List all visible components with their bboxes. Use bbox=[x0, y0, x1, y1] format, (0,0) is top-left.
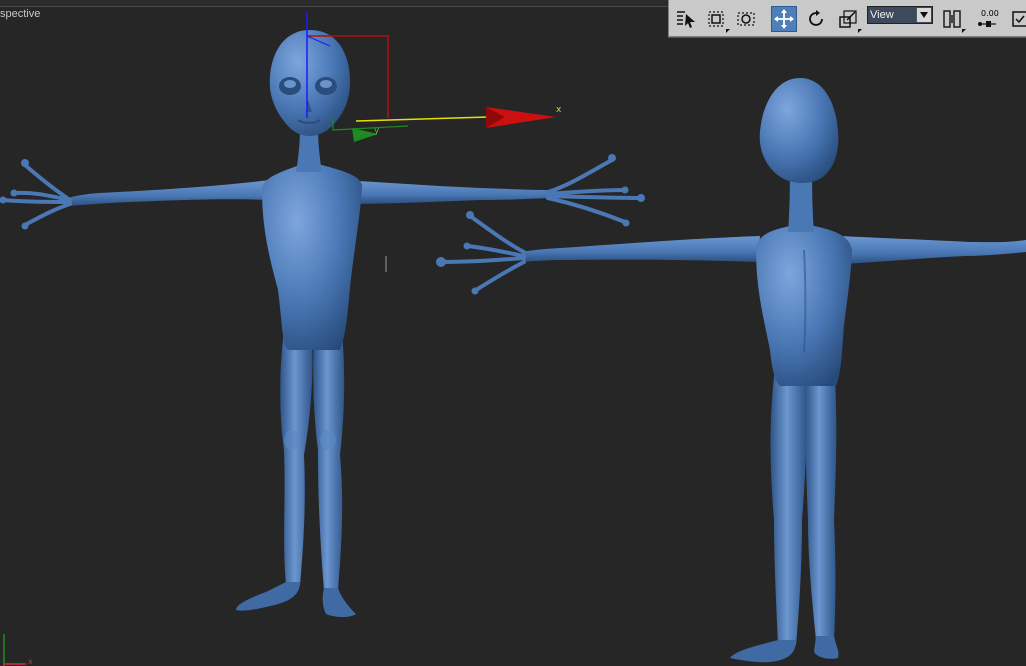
front-right-leg bbox=[313, 330, 345, 590]
select-object-icon bbox=[677, 11, 695, 28]
region-select-button[interactable] bbox=[703, 6, 730, 33]
front-left-leg bbox=[280, 330, 313, 585]
reference-coordinate-value: View bbox=[870, 9, 894, 21]
alien-model-back[interactable] bbox=[436, 78, 1026, 663]
main-toolbar: View 0.00 bbox=[668, 0, 1026, 37]
scale-tool-button[interactable] bbox=[835, 6, 862, 33]
window-crossing-icon bbox=[737, 12, 755, 26]
viewcube-axes bbox=[3, 634, 26, 666]
back-head bbox=[759, 78, 839, 183]
back-right-foot bbox=[814, 636, 839, 659]
select-object-button[interactable] bbox=[673, 6, 699, 32]
front-right-arm bbox=[340, 180, 548, 204]
front-left-foot bbox=[236, 582, 300, 611]
rotate-icon bbox=[809, 10, 823, 26]
chevron-down-icon bbox=[916, 8, 931, 22]
perspective-viewport[interactable]: spective x y x View 0.00 bbox=[0, 0, 1026, 666]
scale-icon bbox=[839, 10, 857, 28]
scene-canvas[interactable]: x y x bbox=[0, 0, 1026, 666]
keyboard-shortcut-icon bbox=[1012, 11, 1026, 27]
back-left-hand bbox=[440, 214, 526, 292]
pivot-center-button[interactable] bbox=[939, 6, 966, 33]
gizmo-x-label: x bbox=[556, 105, 562, 115]
front-left-arm bbox=[68, 180, 270, 206]
back-right-leg bbox=[805, 360, 837, 640]
rotate-tool-button[interactable] bbox=[803, 6, 829, 32]
move-icon bbox=[774, 9, 794, 29]
keyboard-shortcut-button[interactable] bbox=[1007, 6, 1026, 32]
gizmo-x-axis[interactable] bbox=[355, 116, 489, 122]
back-left-foot bbox=[730, 640, 796, 663]
move-tool-button[interactable] bbox=[771, 6, 797, 32]
window-crossing-button[interactable] bbox=[733, 6, 759, 32]
back-left-arm bbox=[522, 236, 760, 262]
back-right-arm bbox=[840, 236, 1026, 264]
reference-coordinate-select[interactable]: View bbox=[867, 6, 933, 24]
gizmo-y-label: y bbox=[374, 126, 380, 136]
front-torso bbox=[262, 165, 362, 350]
region-select-icon bbox=[708, 11, 724, 27]
front-right-foot bbox=[322, 588, 356, 617]
snap-value-label: 0.00 bbox=[981, 9, 999, 18]
back-left-leg bbox=[770, 360, 807, 645]
corner-x-label: x bbox=[28, 657, 33, 666]
pivot-icon bbox=[943, 10, 961, 28]
